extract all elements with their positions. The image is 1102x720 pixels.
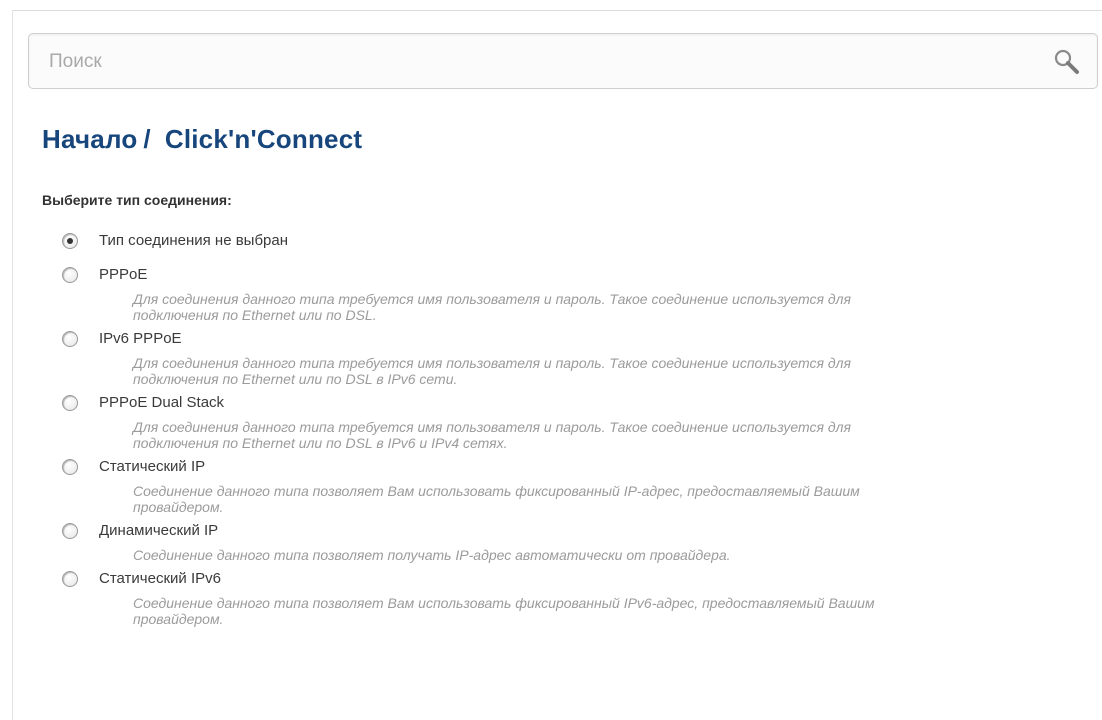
search-input[interactable] (47, 34, 1011, 90)
option-description: Соединение данного типа позволяет Вам ис… (133, 483, 860, 515)
left-divider (12, 10, 13, 720)
connection-option-none[interactable]: Тип соединения не выбран (62, 232, 1062, 250)
option-description: Для соединения данного типа требуется им… (133, 419, 851, 451)
option-description: Соединение данного типа позволяет Вам ис… (133, 595, 875, 627)
breadcrumb-home[interactable]: Начало (42, 124, 137, 154)
option-label[interactable]: Тип соединения не выбран (99, 232, 1062, 250)
page-title: Начало / Click'n'Connect (42, 124, 362, 155)
option-description: Для соединения данного типа требуется им… (133, 355, 851, 387)
search-bar (28, 33, 1098, 90)
connection-option-pppoe[interactable]: PPPoE Для соединения данного типа требует… (62, 266, 1062, 323)
connection-type-prompt: Выберите тип соединения: (42, 192, 232, 208)
option-label[interactable]: PPPoE (99, 266, 1062, 284)
radio-button[interactable] (62, 459, 78, 475)
radio-button[interactable] (62, 395, 78, 411)
option-label[interactable]: Статический IP (99, 458, 1062, 476)
connection-option-static-ipv6[interactable]: Статический IPv6 Соединение данного типа … (62, 570, 1062, 627)
breadcrumb-separator: / (143, 124, 151, 154)
radio-button[interactable] (62, 331, 78, 347)
radio-button[interactable] (62, 233, 78, 249)
connection-option-pppoe-dual-stack[interactable]: PPPoE Dual Stack Для соединения данного т… (62, 394, 1062, 451)
option-description: Для соединения данного типа требуется им… (133, 291, 851, 323)
connection-option-static-ip[interactable]: Статический IP Соединение данного типа по… (62, 458, 1062, 515)
connection-type-list: Тип соединения не выбран PPPoE Для соедине… (62, 232, 1062, 634)
radio-button[interactable] (62, 267, 78, 283)
radio-button[interactable] (62, 523, 78, 539)
option-label[interactable]: Динамический IP (99, 522, 1062, 540)
connection-option-dynamic-ip[interactable]: Динамический IP Соединение данного типа п… (62, 522, 1062, 563)
radio-button[interactable] (62, 571, 78, 587)
connection-option-ipv6-pppoe[interactable]: IPv6 PPPoE Для соединения данного типа тр… (62, 330, 1062, 387)
option-label[interactable]: PPPoE Dual Stack (99, 394, 1062, 412)
breadcrumb-current: Click'n'Connect (164, 124, 363, 154)
option-label[interactable]: Статический IPv6 (99, 570, 1062, 588)
search-icon[interactable] (1053, 48, 1081, 76)
option-description: Соединение данного типа позволяет получа… (133, 547, 731, 563)
top-divider (12, 10, 1102, 11)
option-label[interactable]: IPv6 PPPoE (99, 330, 1062, 348)
